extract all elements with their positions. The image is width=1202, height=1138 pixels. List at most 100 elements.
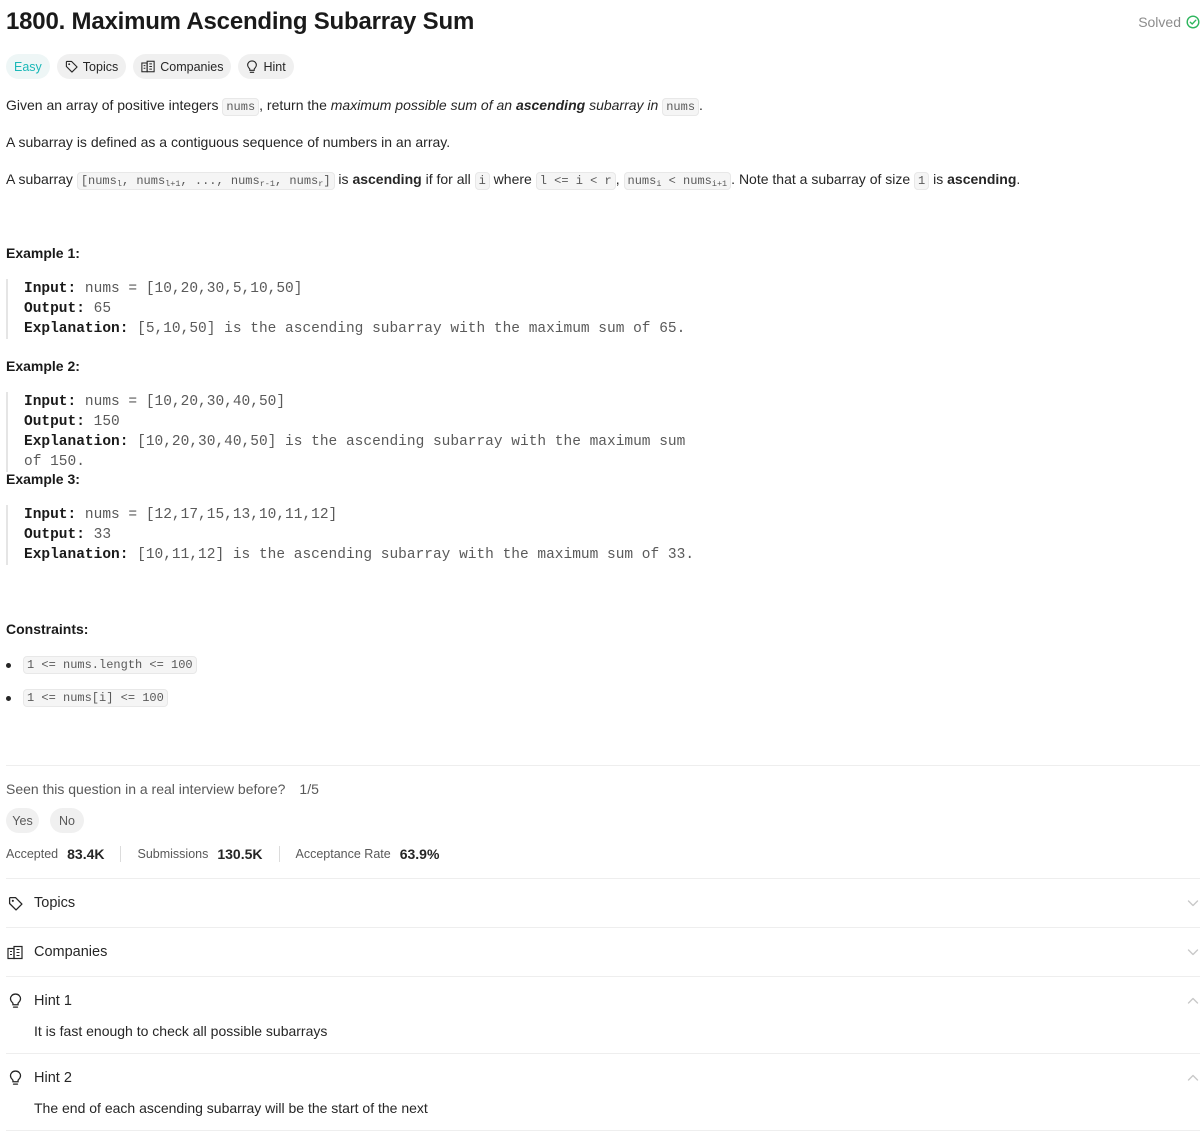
input-value: nums = [12,17,15,13,10,11,12]	[84, 507, 338, 523]
inline-code: l <= i < r	[535, 172, 616, 190]
example-2-block: Input: nums = [10,20,30,40,50] Output: 1…	[6, 392, 706, 472]
hint-1-label: Hint 1	[34, 993, 72, 1009]
topics-tag-label: Topics	[82, 59, 119, 74]
text: , return the	[259, 97, 331, 113]
hint-1-body: It is fast enough to check all possible …	[34, 1023, 328, 1039]
output-value: 65	[93, 301, 112, 317]
companies-tag-button[interactable]: Companies	[133, 54, 232, 79]
companies-tag-label: Companies	[160, 59, 224, 74]
hint-2-accordion[interactable]: Hint 2	[6, 1054, 1200, 1102]
example-3-title: Example 3:	[6, 471, 80, 487]
input-label: Input:	[24, 394, 77, 410]
submissions-value: 130.5K	[217, 846, 263, 862]
lightbulb-icon	[6, 1070, 24, 1086]
check-circle-icon	[1186, 15, 1200, 29]
strong: ascending	[352, 171, 422, 187]
output-label: Output:	[24, 527, 85, 543]
interview-question-text: Seen this question in a real interview b…	[6, 781, 286, 797]
inline-code: nums	[662, 98, 700, 116]
chevron-down-icon	[1186, 945, 1200, 962]
inline-code: numsi < numsi+1	[623, 172, 732, 190]
text: is	[334, 171, 353, 187]
building-icon	[6, 945, 24, 960]
text: .	[699, 97, 703, 113]
stats-divider	[278, 846, 280, 862]
text: Given an array of positive integers	[6, 97, 223, 113]
constraint-item: 1 <= nums[i] <= 100	[6, 689, 168, 707]
text: A subarray	[6, 171, 77, 187]
example-1-title: Example 1:	[6, 245, 80, 261]
output-value: 150	[93, 414, 120, 430]
bullet	[6, 695, 11, 701]
constraint-code: 1 <= nums.length <= 100	[23, 656, 197, 674]
input-value: nums = [10,20,30,5,10,50]	[84, 281, 303, 297]
constraint-item: 1 <= nums.length <= 100	[6, 656, 197, 674]
description-paragraph-2: A subarray is defined as a contiguous se…	[6, 134, 451, 150]
output-value: 33	[93, 527, 112, 543]
inline-code: [numsl, numsl+1, ..., numsr-1, numsr]	[76, 172, 335, 190]
no-button[interactable]: No	[50, 808, 84, 833]
interview-question: Seen this question in a real interview b…	[6, 781, 319, 797]
inline-code: 1	[914, 172, 930, 190]
text: if for all	[421, 171, 475, 187]
companies-accordion-label: Companies	[34, 944, 108, 960]
solved-label: Solved	[1138, 14, 1181, 30]
chevron-up-icon	[1186, 1071, 1200, 1088]
text: ,	[615, 171, 624, 187]
interview-fraction: 1/5	[299, 781, 319, 797]
difficulty-badge[interactable]: Easy	[6, 54, 50, 79]
explanation-label: Explanation:	[24, 547, 129, 563]
topics-accordion-label: Topics	[34, 895, 76, 911]
submissions-label: Submissions	[137, 847, 209, 861]
strong-emphasis: ascending	[515, 97, 586, 113]
inline-code: i	[474, 172, 490, 190]
output-label: Output:	[24, 414, 85, 430]
yes-button[interactable]: Yes	[6, 808, 39, 833]
text: where	[489, 171, 536, 187]
constraint-code: 1 <= nums[i] <= 100	[23, 689, 168, 707]
emphasis: maximum possible sum of an	[330, 97, 516, 113]
hint-tag-label: Hint	[263, 59, 286, 74]
acceptance-rate-value: 63.9%	[399, 846, 440, 862]
input-label: Input:	[24, 507, 77, 523]
hint-1-accordion[interactable]: Hint 1	[6, 977, 1200, 1025]
example-2-title: Example 2:	[6, 358, 80, 374]
chevron-down-icon	[1186, 896, 1200, 913]
text: .	[1016, 171, 1021, 187]
hint-2-body: The end of each ascending subarray will …	[34, 1100, 428, 1116]
topics-tag-button[interactable]: Topics	[56, 54, 127, 79]
output-label: Output:	[24, 301, 85, 317]
constraints-title: Constraints:	[6, 621, 89, 637]
problem-tags: Easy Topics Companies Hint	[6, 54, 294, 79]
stats-divider	[120, 846, 122, 862]
tag-icon	[65, 60, 78, 73]
explanation-text: [5,10,50] is the ascending subarray with…	[137, 321, 686, 337]
explanation-label: Explanation:	[24, 321, 129, 337]
tag-icon	[6, 896, 24, 911]
explanation-text: [10,11,12] is the ascending subarray wit…	[137, 547, 695, 563]
difficulty-label: Easy	[14, 59, 42, 74]
section-divider	[6, 1130, 1200, 1131]
inline-code: nums	[222, 98, 260, 116]
emphasis: subarray in	[585, 97, 663, 113]
stats-bar: Accepted 83.4K Submissions 130.5K Accept…	[6, 846, 439, 862]
description-paragraph-1: Given an array of positive integers nums…	[6, 95, 703, 117]
input-value: nums = [10,20,30,40,50]	[84, 394, 286, 410]
companies-accordion[interactable]: Companies	[6, 928, 1200, 976]
section-divider	[6, 765, 1200, 766]
chevron-up-icon	[1186, 994, 1200, 1011]
acceptance-rate-label: Acceptance Rate	[295, 847, 391, 861]
topics-accordion[interactable]: Topics	[6, 879, 1200, 927]
strong: ascending	[947, 171, 1017, 187]
accepted-value: 83.4K	[67, 846, 105, 862]
example-3-block: Input: nums = [12,17,15,13,10,11,12] Out…	[6, 505, 706, 565]
hint-2-label: Hint 2	[34, 1070, 72, 1086]
hint-tag-button[interactable]: Hint	[238, 54, 294, 79]
description-paragraph-3: A subarray [numsl, numsl+1, ..., numsr-1…	[6, 169, 1020, 194]
building-icon	[141, 60, 155, 73]
solved-status: Solved	[1138, 14, 1200, 30]
lightbulb-icon	[246, 59, 258, 74]
example-1-block: Input: nums = [10,20,30,5,10,50] Output:…	[6, 279, 706, 339]
text: . Note that a subarray of size	[731, 171, 915, 187]
lightbulb-icon	[6, 993, 24, 1009]
